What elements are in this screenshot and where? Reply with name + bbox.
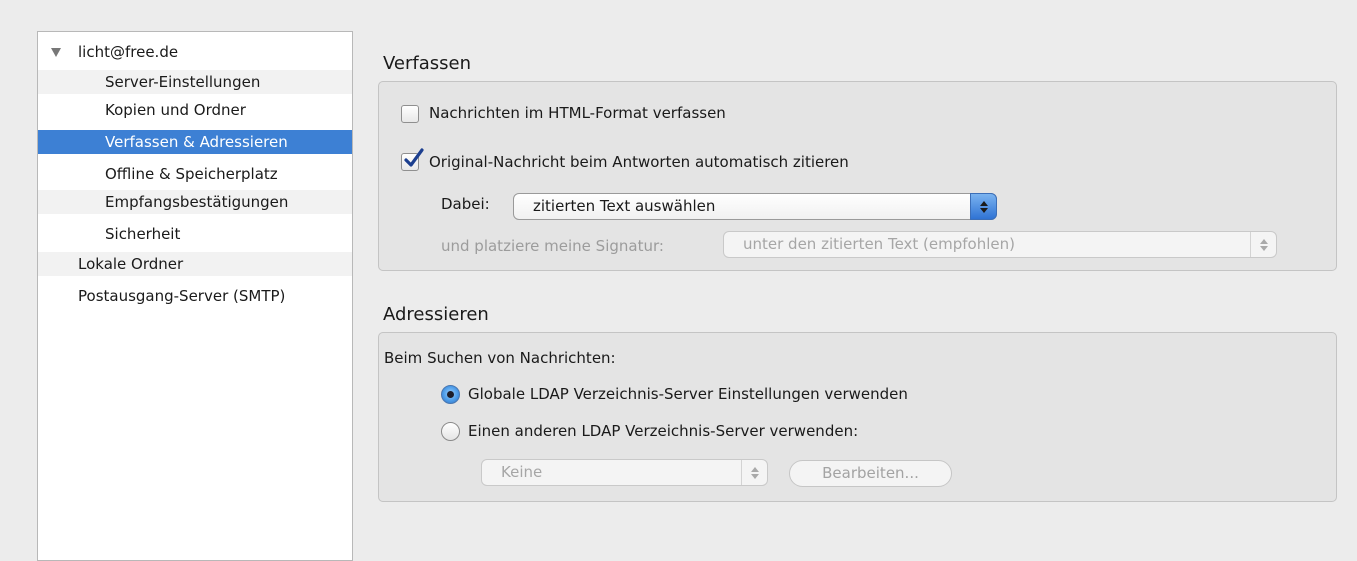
- tree-item-label: Kopien und Ordner: [105, 101, 246, 119]
- popup-arrows-icon: [741, 460, 767, 485]
- tree-item-return-receipts[interactable]: Empfangsbestätigungen: [38, 190, 352, 214]
- popup-arrows-icon: [970, 193, 997, 220]
- addressing-groupbox: Beim Suchen von Nachrichten: Globale LDA…: [378, 332, 1337, 502]
- tree-item-label: Lokale Ordner: [78, 255, 184, 273]
- auto-quote-label[interactable]: Original-Nachricht beim Antworten automa…: [429, 153, 849, 171]
- tree-item-copies-folders[interactable]: Kopien und Ordner: [38, 98, 352, 122]
- edit-button[interactable]: Bearbeiten...: [789, 460, 952, 487]
- account-tree[interactable]: licht@free.de Server-Einstellungen Kopie…: [37, 31, 353, 561]
- dabei-label: Dabei:: [441, 195, 490, 213]
- html-format-label[interactable]: Nachrichten im HTML-Format verfassen: [429, 104, 726, 122]
- tree-item-label: licht@free.de: [78, 43, 179, 61]
- quote-selection-value: zitierten Text auswählen: [533, 197, 716, 215]
- radio-other-ldap[interactable]: [441, 422, 460, 441]
- compose-groupbox: Nachrichten im HTML-Format verfassen Ori…: [378, 81, 1337, 271]
- auto-quote-checkbox[interactable]: [401, 148, 424, 171]
- addressing-section-title: Adressieren: [383, 304, 489, 325]
- signature-placement-label: und platziere meine Signatur:: [441, 237, 664, 255]
- radio-global-ldap[interactable]: [441, 385, 460, 404]
- compose-section-title: Verfassen: [383, 53, 471, 74]
- signature-placement-popup[interactable]: unter den zitierten Text (empfohlen): [723, 231, 1277, 258]
- disclosure-triangle-icon[interactable]: [49, 40, 63, 64]
- radio-global-ldap-label[interactable]: Globale LDAP Verzeichnis-Server Einstell…: [468, 385, 908, 403]
- tree-item-outgoing-server[interactable]: Postausgang-Server (SMTP): [38, 284, 352, 308]
- tree-item-label: Empfangsbestätigungen: [105, 193, 289, 211]
- tree-item-label: Sicherheit: [105, 225, 181, 243]
- checkmark-icon: [404, 148, 424, 167]
- tree-item-label: Server-Einstellungen: [105, 73, 261, 91]
- tree-item-local-folders[interactable]: Lokale Ordner: [38, 252, 352, 276]
- quote-selection-popup[interactable]: zitierten Text auswählen: [513, 193, 997, 220]
- tree-item-compose-addressing[interactable]: Verfassen & Adressieren: [38, 130, 352, 154]
- popup-arrows-icon: [1250, 232, 1276, 257]
- tree-item-server-settings[interactable]: Server-Einstellungen: [38, 70, 352, 94]
- ldap-server-value: Keine: [501, 463, 543, 481]
- search-label: Beim Suchen von Nachrichten:: [384, 349, 616, 367]
- radio-dot-icon: [447, 391, 454, 398]
- html-format-checkbox[interactable]: [401, 105, 419, 123]
- tree-item-offline-storage[interactable]: Offline & Speicherplatz: [38, 162, 352, 186]
- ldap-server-popup[interactable]: Keine: [481, 459, 768, 486]
- tree-item-label: Postausgang-Server (SMTP): [78, 287, 286, 305]
- tree-item-account[interactable]: licht@free.de: [38, 40, 352, 64]
- radio-other-ldap-label[interactable]: Einen anderen LDAP Verzeichnis-Server ve…: [468, 422, 858, 440]
- tree-item-label: Offline & Speicherplatz: [105, 165, 278, 183]
- signature-placement-value: unter den zitierten Text (empfohlen): [743, 235, 1015, 253]
- tree-item-label: Verfassen & Adressieren: [105, 133, 288, 151]
- tree-item-security[interactable]: Sicherheit: [38, 222, 352, 246]
